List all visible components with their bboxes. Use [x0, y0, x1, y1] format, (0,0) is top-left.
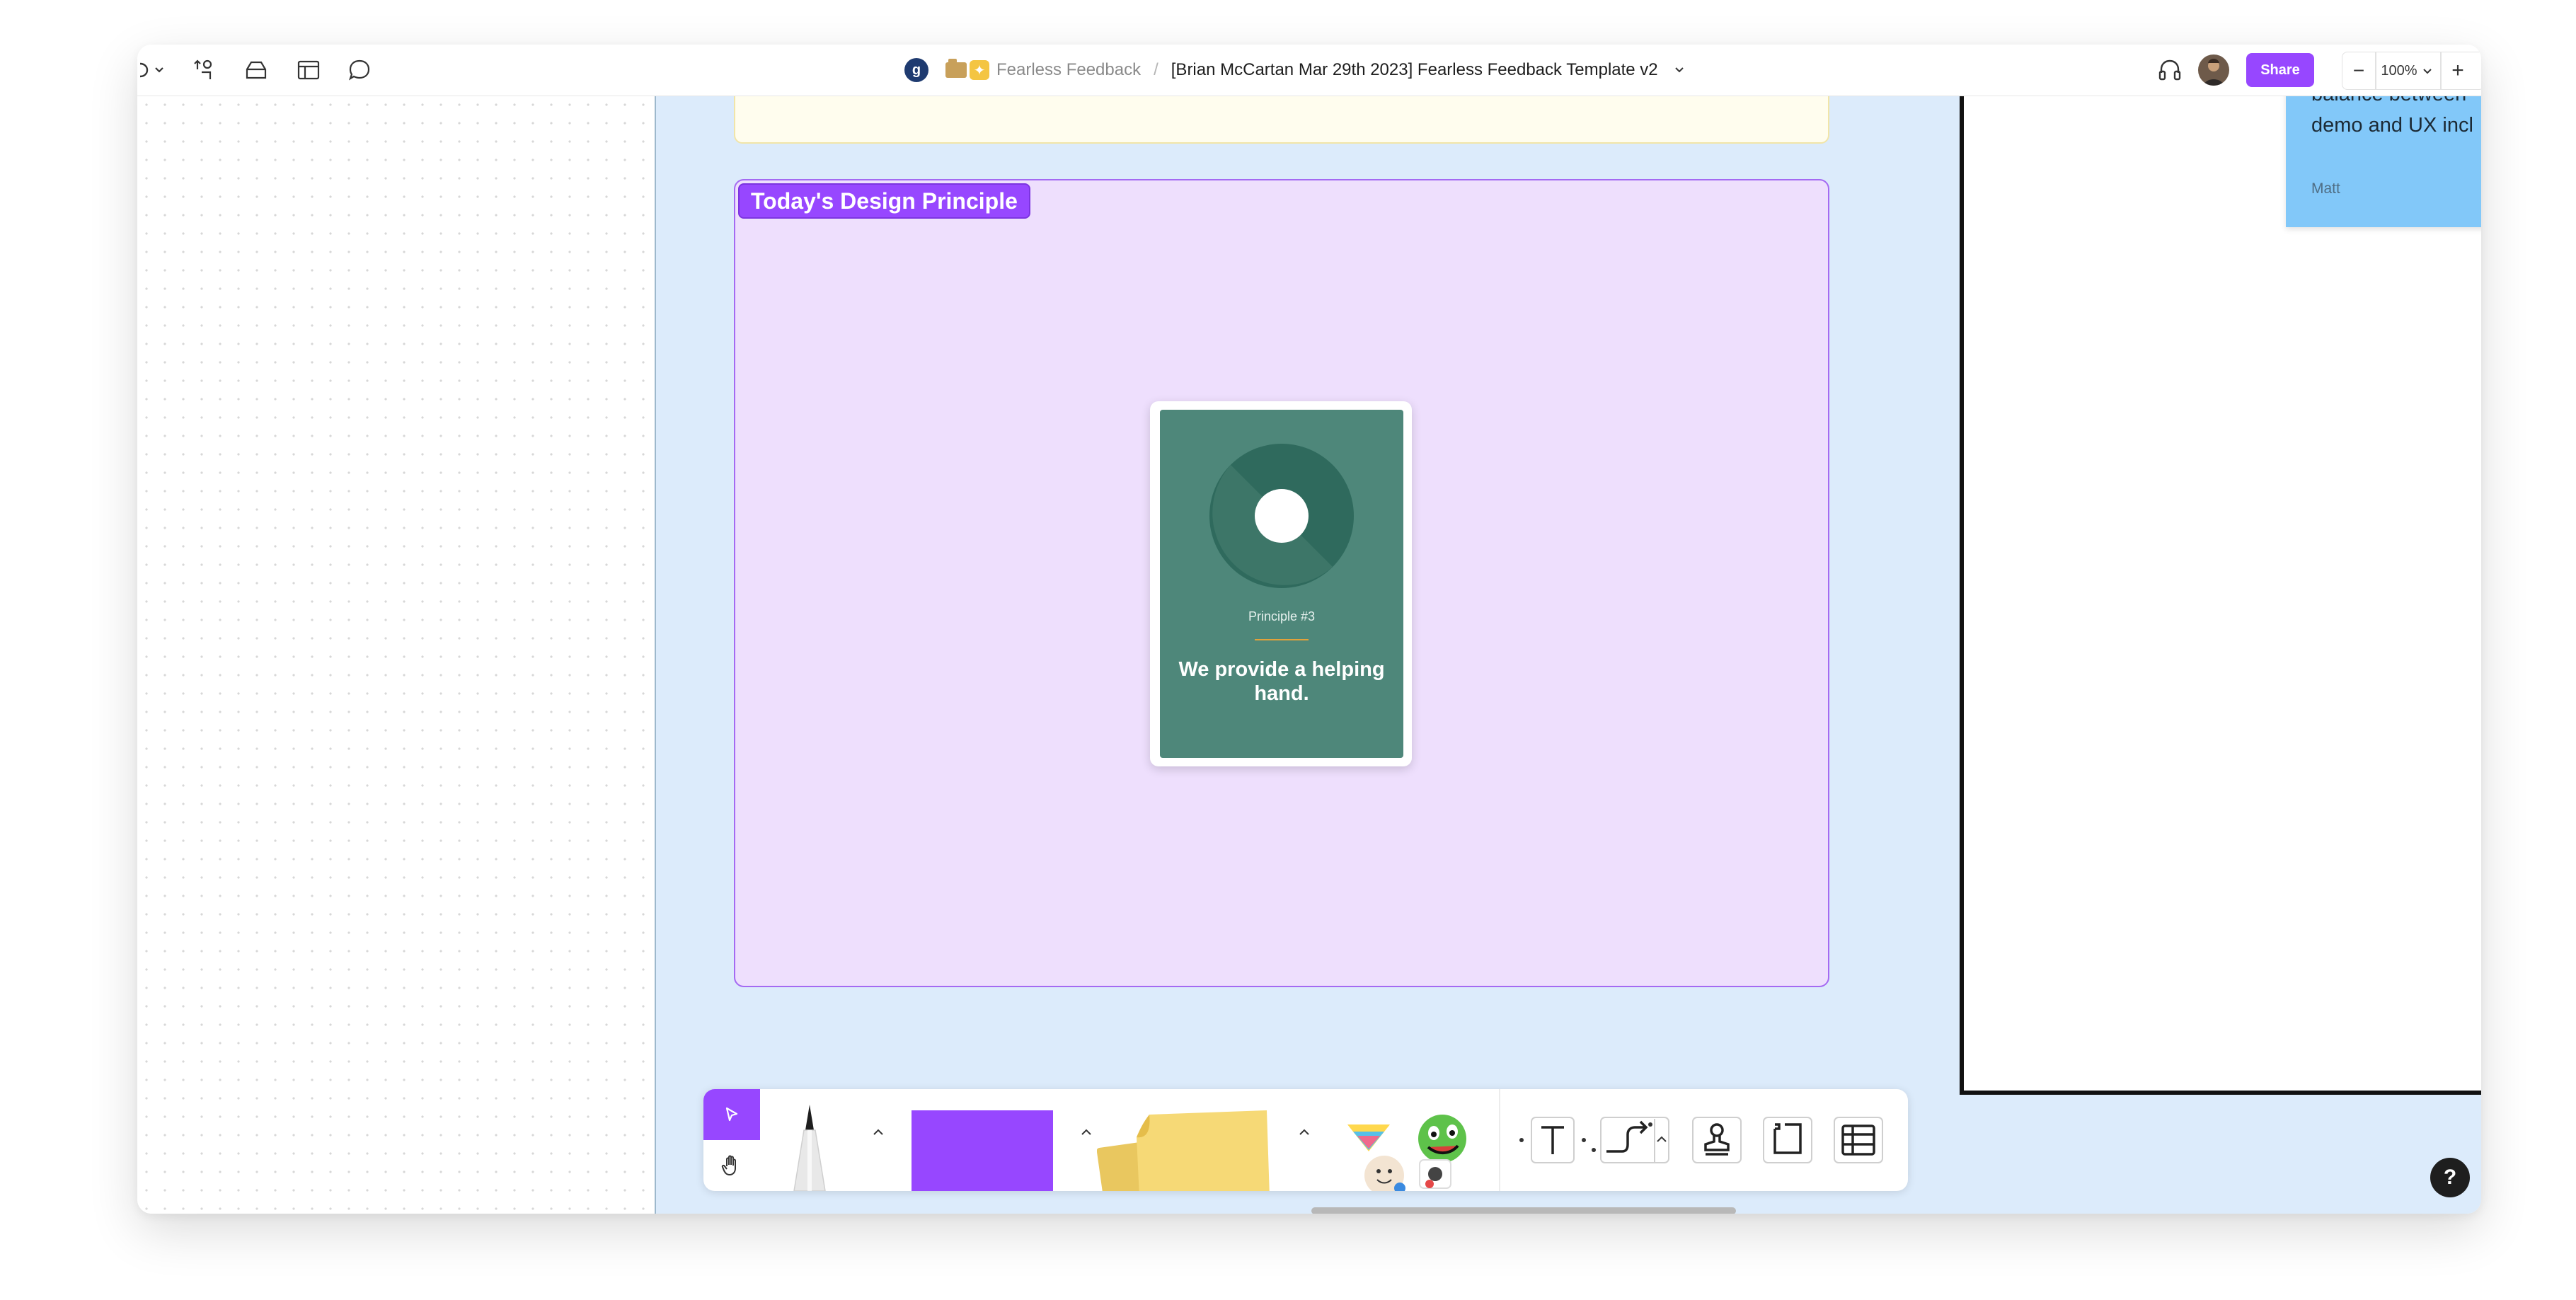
- section-tool[interactable]: [1761, 1113, 1815, 1167]
- sparkle-emoji-icon: ✦: [970, 60, 989, 80]
- zoom-chevron-icon[interactable]: [2422, 65, 2433, 76]
- avatar[interactable]: [2198, 54, 2229, 86]
- shape-options-chevron[interactable]: [1076, 1122, 1097, 1143]
- marker-options-chevron[interactable]: [868, 1122, 889, 1143]
- table-icon: [1834, 1117, 1883, 1163]
- workspace-logo[interactable]: g: [904, 58, 928, 82]
- section-title[interactable]: Today's Design Principle: [738, 183, 1030, 219]
- canvas[interactable]: Today's Design Principle Principle #3 We…: [656, 96, 2481, 1214]
- hand-tool[interactable]: [703, 1140, 760, 1191]
- layout-icon[interactable]: [294, 57, 323, 83]
- sticky-line-2: demo and UX incl: [2311, 114, 2473, 137]
- help-button[interactable]: ?: [2430, 1158, 2470, 1197]
- creation-toolbar: [703, 1089, 1908, 1191]
- sticky-line-1: balance between: [2311, 96, 2473, 110]
- stamp-tool[interactable]: [1690, 1113, 1744, 1167]
- stickers-tool[interactable]: [1340, 1110, 1482, 1191]
- principle-card[interactable]: Principle #3 We provide a helping hand.: [1150, 401, 1412, 766]
- zoom-in-button[interactable]: +: [2442, 59, 2474, 83]
- left-dotted-area: [137, 96, 656, 1214]
- connector-tool[interactable]: [1591, 1113, 1674, 1167]
- stamp-icon: [1692, 1117, 1742, 1163]
- principle-divider: [1255, 639, 1309, 640]
- file-name[interactable]: [Brian McCartan Mar 29th 2023] Fearless …: [1171, 60, 1658, 80]
- principle-statement: We provide a helping hand.: [1178, 658, 1385, 705]
- yellow-section[interactable]: [734, 96, 1829, 144]
- chevron-down-icon[interactable]: [1672, 63, 1686, 77]
- share-button[interactable]: Share: [2246, 53, 2314, 87]
- chevron-up-icon: [873, 1129, 883, 1135]
- menu-chevron-icon: [139, 62, 163, 78]
- feedback-frame[interactable]: [1960, 96, 2481, 1095]
- zoom-control: − 100% +: [2342, 52, 2481, 90]
- principle-card-face: Principle #3 We provide a helping hand.: [1160, 410, 1403, 758]
- sticky-author: Matt: [2311, 180, 2340, 197]
- cursor-icon: [725, 1107, 738, 1122]
- connector-icon: [1592, 1117, 1669, 1163]
- comment-icon[interactable]: [345, 57, 374, 83]
- toolbar-divider: [1499, 1089, 1500, 1191]
- donut-graphic: [1209, 444, 1354, 588]
- breadcrumb: g ✦ Fearless Feedback / [Brian McCartan …: [904, 45, 1686, 96]
- top-bar: g ✦ Fearless Feedback / [Brian McCartan …: [137, 45, 2481, 96]
- design-principle-section[interactable]: Today's Design Principle Principle #3 We…: [734, 179, 1829, 987]
- marker-tool[interactable]: [774, 1102, 845, 1191]
- principle-number: Principle #3: [1248, 609, 1316, 623]
- breadcrumb-project[interactable]: Fearless Feedback: [996, 60, 1141, 80]
- chevron-up-icon: [1081, 1129, 1091, 1135]
- table-tool[interactable]: [1832, 1113, 1885, 1167]
- folder-emoji-icon: [945, 59, 967, 78]
- zoom-level[interactable]: 100%: [2376, 63, 2422, 79]
- zoom-out-button[interactable]: −: [2342, 59, 2375, 82]
- shape-tool[interactable]: [912, 1110, 1053, 1191]
- chevron-up-icon: [1299, 1129, 1309, 1135]
- swap-icon[interactable]: [190, 57, 218, 83]
- move-tool[interactable]: [703, 1089, 760, 1140]
- text-tool[interactable]: [1517, 1113, 1588, 1167]
- sticky-tool[interactable]: [1097, 1108, 1281, 1191]
- sticky-options-chevron[interactable]: [1294, 1122, 1315, 1143]
- sticky-note[interactable]: balance between demo and UX incl Matt: [2286, 96, 2481, 227]
- horizontal-scrollbar[interactable]: [1311, 1207, 1736, 1214]
- sticky-note-text: balance between demo and UX incl: [2311, 96, 2473, 141]
- stack-icon[interactable]: [242, 57, 270, 83]
- main-menu-button[interactable]: [137, 57, 173, 83]
- headphones-icon[interactable]: [2156, 56, 2184, 84]
- section-icon: [1763, 1117, 1812, 1163]
- app-window: g ✦ Fearless Feedback / [Brian McCartan …: [137, 45, 2481, 1214]
- text-icon: [1519, 1117, 1586, 1163]
- breadcrumb-separator: /: [1154, 60, 1158, 79]
- hand-icon: [721, 1155, 736, 1176]
